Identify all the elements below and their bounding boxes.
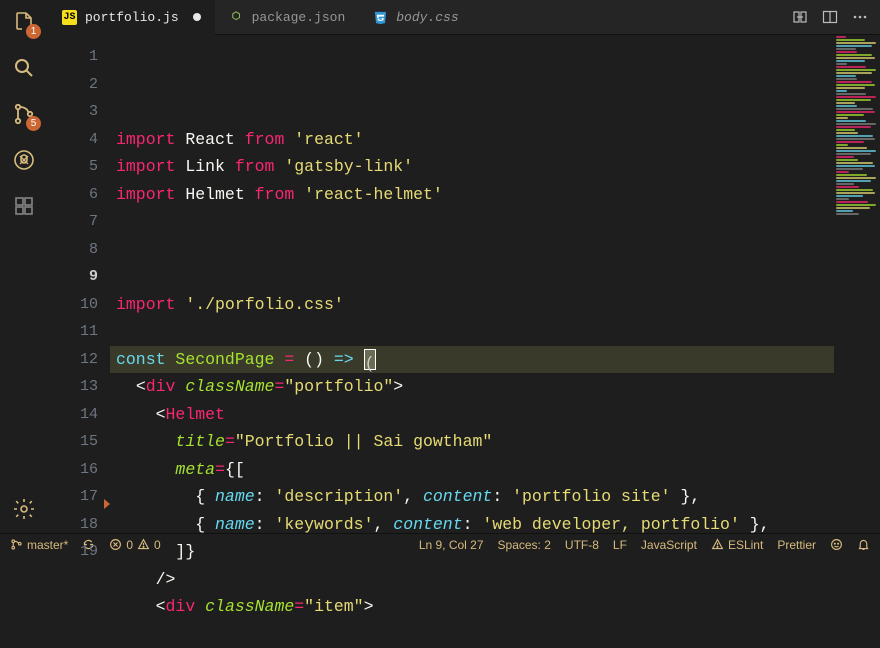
code-line[interactable]: <div className="portfolio"> [116, 373, 880, 401]
explorer-badge: 1 [26, 24, 41, 39]
line-gutter: 12345678910111213141516171819 [48, 35, 110, 533]
activity-bar: 1 5 [0, 0, 48, 533]
code-line[interactable] [116, 263, 880, 291]
js-file-icon: JS [62, 10, 77, 25]
code-line[interactable] [116, 236, 880, 264]
code-line[interactable]: import './porfolio.css' [116, 291, 880, 319]
scm-icon[interactable]: 5 [10, 100, 38, 128]
code-line[interactable]: { name: 'description', content: 'portfol… [116, 483, 880, 511]
minimap[interactable] [834, 35, 880, 533]
code-line[interactable]: import Link from 'gatsby-link' [116, 153, 880, 181]
tab-portfolio-js[interactable]: JS portfolio.js [48, 0, 215, 35]
code-line[interactable]: meta={[ [116, 456, 880, 484]
extensions-icon[interactable] [10, 192, 38, 220]
more-icon[interactable] [852, 9, 868, 25]
tab-label: body.css [396, 10, 458, 25]
code-line[interactable]: const SecondPage = () => ( [110, 346, 880, 374]
code-line[interactable]: import React from 'react' [116, 126, 880, 154]
tab-actions [780, 9, 880, 25]
code-line[interactable]: ]} [116, 538, 880, 566]
css-file-icon [373, 10, 388, 25]
code-line[interactable]: /> [116, 566, 880, 594]
tab-bar: JS portfolio.js ⬡ package.json body.css [48, 0, 880, 35]
code-line[interactable]: { name: 'keywords', content: 'web develo… [116, 511, 880, 539]
explorer-icon[interactable]: 1 [10, 8, 38, 36]
search-icon[interactable] [10, 54, 38, 82]
code-line[interactable] [116, 621, 880, 648]
dirty-indicator [193, 13, 201, 21]
code-line[interactable]: <Helmet [116, 401, 880, 429]
editor-area: JS portfolio.js ⬡ package.json body.css 1234… [48, 0, 880, 533]
code-line[interactable] [116, 208, 880, 236]
compare-icon[interactable] [792, 9, 808, 25]
code-line[interactable] [116, 318, 880, 346]
tab-package-json[interactable]: ⬡ package.json [215, 0, 360, 35]
settings-icon[interactable] [10, 495, 38, 523]
scm-badge: 5 [26, 116, 41, 131]
code-line[interactable]: title="Portfolio || Sai gowtham" [116, 428, 880, 456]
tab-label: portfolio.js [85, 10, 179, 25]
code-content[interactable]: import React from 'react'import Link fro… [110, 35, 880, 533]
code-line[interactable]: import Helmet from 'react-helmet' [116, 181, 880, 209]
split-editor-icon[interactable] [822, 9, 838, 25]
tab-label: package.json [252, 10, 346, 25]
editor[interactable]: 12345678910111213141516171819 import Rea… [48, 35, 880, 533]
code-line[interactable]: <div className="item"> [116, 593, 880, 621]
tab-body-css[interactable]: body.css [359, 0, 472, 35]
json-file-icon: ⬡ [229, 10, 244, 25]
breakpoint-indicator[interactable] [104, 499, 110, 509]
debug-icon[interactable] [10, 146, 38, 174]
